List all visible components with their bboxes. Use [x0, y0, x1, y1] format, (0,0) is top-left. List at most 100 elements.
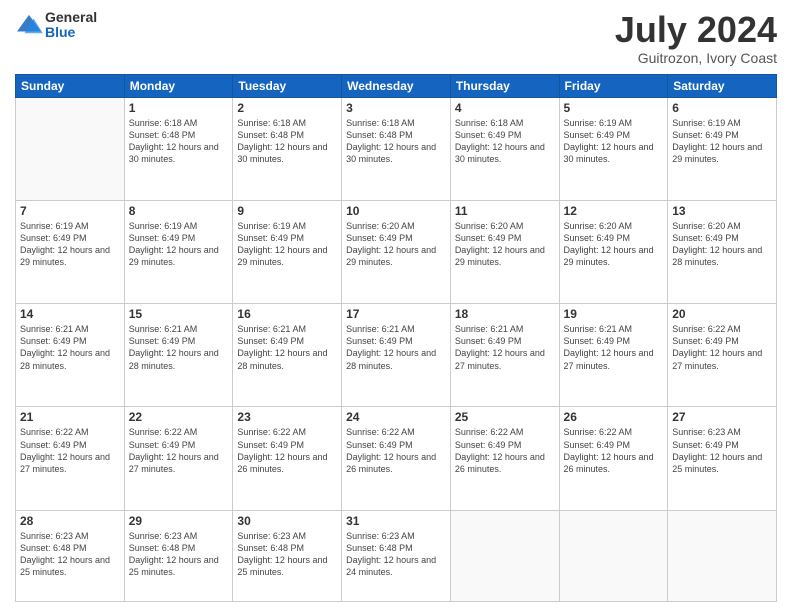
calendar-week-3: 21 Sunrise: 6:22 AM Sunset: 6:49 PM Dayli… [16, 407, 777, 510]
logo-general: General [45, 10, 97, 25]
calendar-week-1: 7Sunrise: 6:19 AM Sunset: 6:49 PM Daylig… [16, 200, 777, 303]
calendar-week-2: 14 Sunrise: 6:21 AM Sunset: 6:49 PM Dayli… [16, 304, 777, 407]
day-number: 10 [346, 204, 446, 218]
day-number: 17 [346, 307, 446, 321]
calendar-cell [450, 510, 559, 601]
calendar-cell: 23 Sunrise: 6:22 AM Sunset: 6:49 PM Dayli… [233, 407, 342, 510]
col-header-friday: Friday [559, 74, 668, 97]
day-number: 14 [20, 307, 120, 321]
calendar-cell: 10 Sunrise: 6:20 AM Sunset: 6:49 PM Dayli… [342, 200, 451, 303]
calendar-cell: 4Sunrise: 6:18 AM Sunset: 6:49 PM Daylig… [450, 97, 559, 200]
calendar-cell: 25 Sunrise: 6:22 AM Sunset: 6:49 PM Dayli… [450, 407, 559, 510]
calendar-cell: 1 Sunrise: 6:18 AM Sunset: 6:48 PM Daylig… [124, 97, 233, 200]
day-number: 25 [455, 410, 555, 424]
title-block: July 2024 Guitrozon, Ivory Coast [615, 10, 777, 66]
col-header-saturday: Saturday [668, 74, 777, 97]
day-number: 20 [672, 307, 772, 321]
day-number: 3 [346, 101, 446, 115]
day-info: Sunrise: 6:19 AM Sunset: 6:49 PM Dayligh… [564, 117, 664, 166]
calendar-cell: 15 Sunrise: 6:21 AM Sunset: 6:49 PM Dayli… [124, 304, 233, 407]
day-info: Sunrise: 6:21 AM Sunset: 6:49 PM Dayligh… [564, 323, 664, 372]
day-number: 2 [237, 101, 337, 115]
day-number: 11 [455, 204, 555, 218]
day-number: 13 [672, 204, 772, 218]
day-info: Sunrise: 6:18 AM Sunset: 6:48 PM Dayligh… [129, 117, 229, 166]
calendar-cell: 9Sunrise: 6:19 AM Sunset: 6:49 PM Daylig… [233, 200, 342, 303]
day-number: 30 [237, 514, 337, 528]
day-info: Sunrise: 6:22 AM Sunset: 6:49 PM Dayligh… [564, 426, 664, 475]
day-info: Sunrise: 6:22 AM Sunset: 6:49 PM Dayligh… [455, 426, 555, 475]
calendar-cell: 22 Sunrise: 6:22 AM Sunset: 6:49 PM Dayli… [124, 407, 233, 510]
day-info: Sunrise: 6:23 AM Sunset: 6:48 PM Dayligh… [237, 530, 337, 579]
day-number: 26 [564, 410, 664, 424]
logo-icon [15, 13, 43, 37]
calendar-cell: 5 Sunrise: 6:19 AM Sunset: 6:49 PM Daylig… [559, 97, 668, 200]
day-number: 19 [564, 307, 664, 321]
day-info: Sunrise: 6:23 AM Sunset: 6:48 PM Dayligh… [129, 530, 229, 579]
calendar-cell: 26 Sunrise: 6:22 AM Sunset: 6:49 PM Dayli… [559, 407, 668, 510]
day-number: 28 [20, 514, 120, 528]
calendar-cell: 16 Sunrise: 6:21 AM Sunset: 6:49 PM Dayli… [233, 304, 342, 407]
day-number: 24 [346, 410, 446, 424]
day-info: Sunrise: 6:22 AM Sunset: 6:49 PM Dayligh… [129, 426, 229, 475]
day-number: 12 [564, 204, 664, 218]
day-number: 22 [129, 410, 229, 424]
calendar-cell: 11 Sunrise: 6:20 AM Sunset: 6:49 PM Dayli… [450, 200, 559, 303]
calendar-cell: 20 Sunrise: 6:22 AM Sunset: 6:49 PM Dayli… [668, 304, 777, 407]
day-info: Sunrise: 6:22 AM Sunset: 6:49 PM Dayligh… [237, 426, 337, 475]
calendar-week-4: 28 Sunrise: 6:23 AM Sunset: 6:48 PM Dayli… [16, 510, 777, 601]
calendar-cell: 17 Sunrise: 6:21 AM Sunset: 6:49 PM Dayli… [342, 304, 451, 407]
page: General Blue July 2024 Guitrozon, Ivory … [0, 0, 792, 612]
day-info: Sunrise: 6:21 AM Sunset: 6:49 PM Dayligh… [20, 323, 120, 372]
day-info: Sunrise: 6:18 AM Sunset: 6:48 PM Dayligh… [346, 117, 446, 166]
day-info: Sunrise: 6:21 AM Sunset: 6:49 PM Dayligh… [346, 323, 446, 372]
day-number: 5 [564, 101, 664, 115]
day-info: Sunrise: 6:21 AM Sunset: 6:49 PM Dayligh… [455, 323, 555, 372]
calendar-cell [559, 510, 668, 601]
calendar-cell: 7Sunrise: 6:19 AM Sunset: 6:49 PM Daylig… [16, 200, 125, 303]
calendar-cell [16, 97, 125, 200]
day-info: Sunrise: 6:20 AM Sunset: 6:49 PM Dayligh… [672, 220, 772, 269]
day-info: Sunrise: 6:23 AM Sunset: 6:49 PM Dayligh… [672, 426, 772, 475]
calendar-table: SundayMondayTuesdayWednesdayThursdayFrid… [15, 74, 777, 602]
day-info: Sunrise: 6:23 AM Sunset: 6:48 PM Dayligh… [346, 530, 446, 579]
day-info: Sunrise: 6:20 AM Sunset: 6:49 PM Dayligh… [564, 220, 664, 269]
day-info: Sunrise: 6:21 AM Sunset: 6:49 PM Dayligh… [129, 323, 229, 372]
day-info: Sunrise: 6:22 AM Sunset: 6:49 PM Dayligh… [346, 426, 446, 475]
day-info: Sunrise: 6:21 AM Sunset: 6:49 PM Dayligh… [237, 323, 337, 372]
month-title: July 2024 [615, 10, 777, 50]
day-number: 27 [672, 410, 772, 424]
logo: General Blue [15, 10, 97, 41]
day-number: 23 [237, 410, 337, 424]
day-info: Sunrise: 6:19 AM Sunset: 6:49 PM Dayligh… [672, 117, 772, 166]
day-number: 21 [20, 410, 120, 424]
calendar-cell: 2Sunrise: 6:18 AM Sunset: 6:48 PM Daylig… [233, 97, 342, 200]
day-number: 15 [129, 307, 229, 321]
day-info: Sunrise: 6:20 AM Sunset: 6:49 PM Dayligh… [346, 220, 446, 269]
logo-blue: Blue [45, 25, 97, 40]
subtitle: Guitrozon, Ivory Coast [615, 50, 777, 66]
calendar-cell: 18 Sunrise: 6:21 AM Sunset: 6:49 PM Dayli… [450, 304, 559, 407]
logo-text: General Blue [45, 10, 97, 41]
day-info: Sunrise: 6:22 AM Sunset: 6:49 PM Dayligh… [20, 426, 120, 475]
calendar-cell: 8Sunrise: 6:19 AM Sunset: 6:49 PM Daylig… [124, 200, 233, 303]
calendar-cell: 28 Sunrise: 6:23 AM Sunset: 6:48 PM Dayli… [16, 510, 125, 601]
day-number: 18 [455, 307, 555, 321]
day-number: 31 [346, 514, 446, 528]
day-info: Sunrise: 6:23 AM Sunset: 6:48 PM Dayligh… [20, 530, 120, 579]
day-number: 1 [129, 101, 229, 115]
day-info: Sunrise: 6:22 AM Sunset: 6:49 PM Dayligh… [672, 323, 772, 372]
calendar-cell: 14 Sunrise: 6:21 AM Sunset: 6:49 PM Dayli… [16, 304, 125, 407]
calendar-cell: 27 Sunrise: 6:23 AM Sunset: 6:49 PM Dayli… [668, 407, 777, 510]
day-info: Sunrise: 6:19 AM Sunset: 6:49 PM Dayligh… [129, 220, 229, 269]
col-header-tuesday: Tuesday [233, 74, 342, 97]
day-info: Sunrise: 6:20 AM Sunset: 6:49 PM Dayligh… [455, 220, 555, 269]
header: General Blue July 2024 Guitrozon, Ivory … [15, 10, 777, 66]
day-number: 29 [129, 514, 229, 528]
day-number: 6 [672, 101, 772, 115]
calendar-cell: 13 Sunrise: 6:20 AM Sunset: 6:49 PM Dayli… [668, 200, 777, 303]
day-number: 4 [455, 101, 555, 115]
col-header-wednesday: Wednesday [342, 74, 451, 97]
col-header-thursday: Thursday [450, 74, 559, 97]
day-number: 16 [237, 307, 337, 321]
